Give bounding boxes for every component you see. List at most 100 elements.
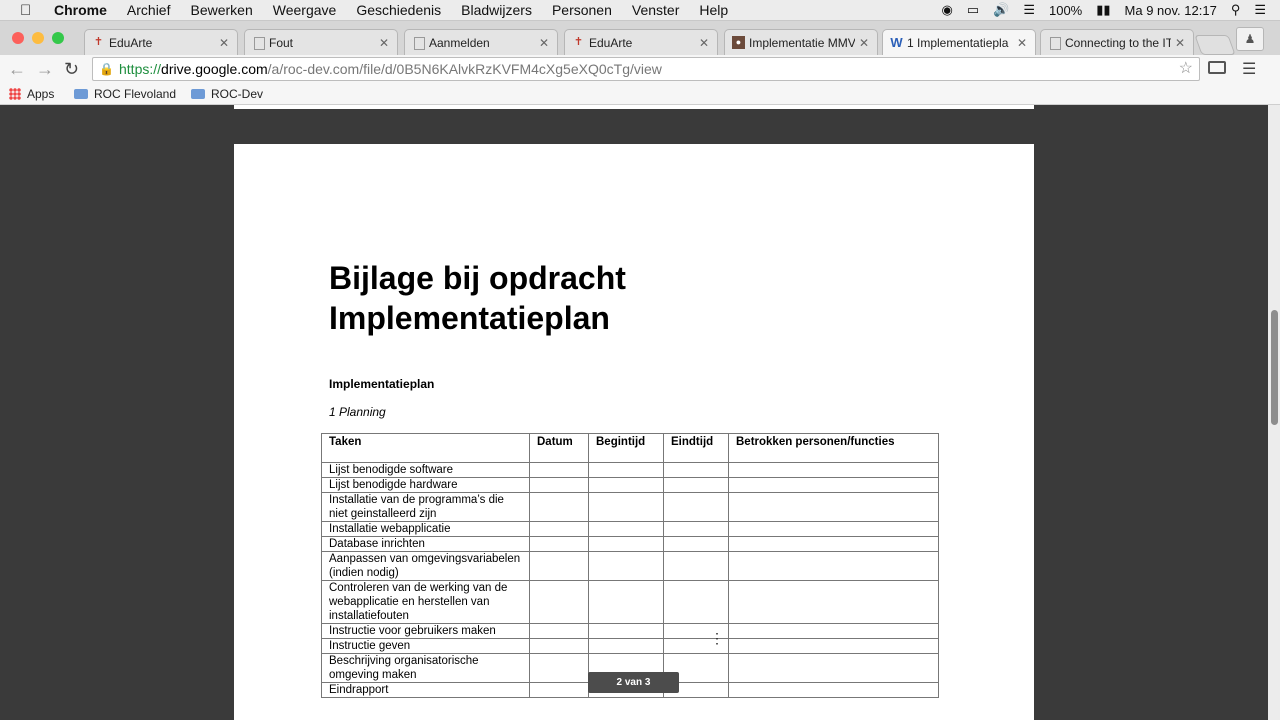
menu-geschiedenis[interactable]: Geschiedenis <box>356 2 441 18</box>
reload-icon[interactable]: ↻ <box>64 59 79 80</box>
task-cell: Lijst benodigde software <box>321 462 530 478</box>
bookmark-roc-flevoland[interactable]: ROC Flevoland <box>74 87 176 101</box>
lock-icon[interactable]: 🔒 <box>99 58 114 80</box>
title-line-2: Implementatieplan <box>329 300 610 336</box>
page-indicator: 2 van 3 <box>588 672 679 693</box>
empty-cell <box>728 521 939 537</box>
close-tab-icon[interactable]: ✕ <box>219 30 229 55</box>
close-tab-icon[interactable]: ✕ <box>379 30 389 55</box>
empty-cell <box>529 638 589 654</box>
bookmark-apps[interactable]: Apps <box>9 87 54 101</box>
close-tab-icon[interactable]: ✕ <box>859 30 869 55</box>
back-icon[interactable]: ← <box>8 59 26 80</box>
tab-aanmelden[interactable]: Aanmelden ✕ <box>404 29 558 55</box>
battery-percent: 100% <box>1048 2 1083 18</box>
table-row: Lijst benodigde software <box>321 462 939 478</box>
empty-cell <box>728 462 939 478</box>
empty-cell <box>663 477 729 493</box>
bookmark-roc-dev[interactable]: ROC-Dev <box>191 87 263 101</box>
section-heading: 1 Planning <box>329 405 386 419</box>
tab-label: Implementatie MMV <box>749 36 855 50</box>
task-cell: Lijst benodigde hardware <box>321 477 530 493</box>
empty-cell <box>728 682 939 698</box>
menu-archief[interactable]: Archief <box>127 2 171 18</box>
page-icon <box>254 37 265 50</box>
empty-cell <box>588 536 664 552</box>
table-header-row: Taken Datum Begintijd Eindtijd Betrokken… <box>321 433 939 463</box>
menu-bladwijzers[interactable]: Bladwijzers <box>461 2 532 18</box>
close-tab-icon[interactable]: ✕ <box>1017 30 1027 55</box>
table-row: Installatie webapplicatie <box>321 521 939 537</box>
task-cell: Aanpassen van omgevingsvariabelen (indie… <box>321 551 530 581</box>
tab-eduarte-2[interactable]: ✝ EduArte ✕ <box>564 29 718 55</box>
clock[interactable]: Ma 9 nov. 12:17 <box>1125 3 1217 18</box>
vertical-scrollbar[interactable] <box>1268 105 1280 720</box>
profile-icon[interactable]: ♟ <box>1236 27 1264 51</box>
header-begintijd: Begintijd <box>588 433 664 463</box>
bookmarks-bar: Apps ROC Flevoland ROC-Dev <box>0 84 1280 105</box>
record-icon[interactable]: ◉ <box>942 2 953 18</box>
apple-icon[interactable]:  <box>20 2 36 19</box>
url-text[interactable]: https://drive.google.com/a/roc-dev.com/f… <box>119 58 662 80</box>
empty-cell <box>588 521 664 537</box>
menu-bewerken[interactable]: Bewerken <box>190 2 252 18</box>
tab-connecting[interactable]: Connecting to the IT ✕ <box>1040 29 1194 55</box>
menu-chrome[interactable]: Chrome <box>54 2 107 18</box>
empty-cell <box>663 462 729 478</box>
macos-menubar:  Chrome Archief Bewerken Weergave Gesch… <box>0 0 1280 21</box>
url-host: drive.google.com <box>161 61 268 77</box>
empty-cell <box>529 682 589 698</box>
task-cell: Installatie van de programma’s die niet … <box>321 492 530 522</box>
title-line-1: Bijlage bij opdracht <box>329 260 626 296</box>
menu-venster[interactable]: Venster <box>632 2 679 18</box>
bookmark-star-icon[interactable]: ☆ <box>1179 58 1193 80</box>
tab-implementatie-mmv[interactable]: ● Implementatie MMV ✕ <box>724 29 878 55</box>
scrollbar-thumb[interactable] <box>1271 310 1278 425</box>
minimize-window-button[interactable] <box>32 32 44 44</box>
document-page[interactable]: Bijlage bij opdracht Implementatieplan Im… <box>234 144 1034 720</box>
battery-icon[interactable]: ▮▮ <box>1096 2 1110 18</box>
close-tab-icon[interactable]: ✕ <box>1175 30 1185 55</box>
empty-cell <box>663 536 729 552</box>
empty-cell <box>588 551 664 581</box>
cast-icon[interactable] <box>1208 61 1226 74</box>
document-viewer[interactable]: Bijlage bij opdracht Implementatieplan Im… <box>0 105 1268 720</box>
empty-cell <box>663 521 729 537</box>
empty-cell <box>663 551 729 581</box>
task-cell: Installatie webapplicatie <box>321 521 530 537</box>
close-window-button[interactable] <box>12 32 24 44</box>
address-bar[interactable]: 🔒 https://drive.google.com/a/roc-dev.com… <box>92 57 1200 81</box>
close-tab-icon[interactable]: ✕ <box>699 30 709 55</box>
volume-icon[interactable]: 🔊 <box>993 2 1009 18</box>
menu-help[interactable]: Help <box>699 2 728 18</box>
tab-implementatieplan[interactable]: W 1 Implementatiepla ✕ <box>882 29 1036 55</box>
word-icon: W <box>890 35 903 50</box>
close-tab-icon[interactable]: ✕ <box>539 30 549 55</box>
task-cell: Controleren van de werking van de webapp… <box>321 580 530 624</box>
spotlight-icon[interactable]: ⚲ <box>1231 2 1241 18</box>
zoom-window-button[interactable] <box>52 32 64 44</box>
new-tab-button[interactable] <box>1194 35 1236 55</box>
empty-cell <box>728 492 939 522</box>
tab-fout[interactable]: Fout ✕ <box>244 29 398 55</box>
menu-personen[interactable]: Personen <box>552 2 612 18</box>
empty-cell <box>529 492 589 522</box>
status-area: ◉ ▭ 🔊 ☰ 100% ▮▮ Ma 9 nov. 12:17 ⚲ ☰ <box>942 0 1280 20</box>
airplay-icon[interactable]: ▭ <box>967 2 979 18</box>
menu-weergave[interactable]: Weergave <box>273 2 337 18</box>
wifi-icon[interactable]: ☰ <box>1023 2 1035 18</box>
tab-eduarte-1[interactable]: ✝ EduArte ✕ <box>84 29 238 55</box>
forward-icon[interactable]: → <box>36 59 54 80</box>
previous-page-edge <box>234 105 1034 109</box>
empty-cell <box>728 580 939 624</box>
empty-cell <box>588 477 664 493</box>
table-row: Database inrichten <box>321 536 939 552</box>
planning-table: Taken Datum Begintijd Eindtijd Betrokken… <box>321 433 939 698</box>
tab-label: Fout <box>269 36 294 50</box>
chrome-menu-icon[interactable]: ☰ <box>1242 59 1256 79</box>
empty-cell <box>663 580 729 624</box>
empty-cell <box>588 580 664 624</box>
empty-cell <box>529 477 589 493</box>
header-taken: Taken <box>321 433 530 463</box>
notification-center-icon[interactable]: ☰ <box>1254 2 1266 18</box>
